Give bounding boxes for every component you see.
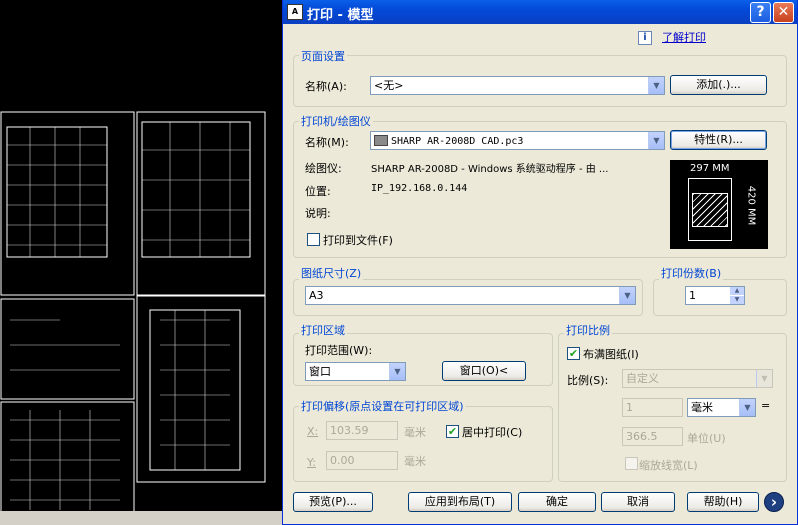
- plot-offset-title: 打印偏移(原点设置在可打印区域): [299, 398, 466, 414]
- plot-range-dropdown[interactable]: 窗口 ▼: [305, 362, 406, 381]
- plot-range-value: 窗口: [309, 365, 331, 378]
- printable-area-hatch: [692, 193, 728, 227]
- scale-value: 自定义: [626, 372, 659, 385]
- paper-preview: 297 MM 420 MM: [670, 160, 768, 249]
- offset-x-input[interactable]: 103.59: [326, 421, 398, 440]
- preview-button[interactable]: 预览(P)...: [293, 492, 373, 512]
- offset-y-value: 0.00: [330, 454, 355, 467]
- close-icon[interactable]: ✕: [773, 2, 794, 23]
- scale-unit-dropdown[interactable]: 毫米 ▼: [687, 398, 756, 417]
- help-question-icon[interactable]: ?: [750, 2, 771, 23]
- plot-range-label: 打印范围(W):: [305, 344, 373, 357]
- offset-y-label: Y:: [307, 456, 316, 469]
- copies-value: 1: [689, 289, 696, 302]
- info-icon: i: [638, 31, 652, 45]
- help-button[interactable]: 帮助(H): [687, 492, 759, 512]
- autocad-app-icon: A: [287, 4, 303, 20]
- print-to-file-checkbox[interactable]: [307, 233, 320, 246]
- plot-area-title: 打印区域: [299, 322, 347, 338]
- spin-up-icon[interactable]: ▲: [730, 287, 744, 295]
- printer-title: 打印机/绘图仪: [299, 113, 373, 129]
- offset-x-value: 103.59: [330, 424, 369, 437]
- paper-size-title: 图纸尺寸(Z): [299, 265, 364, 281]
- scale-dropdown[interactable]: 自定义 ▼: [622, 369, 773, 388]
- printer-name-value: SHARP AR-2008D CAD.pc3: [391, 136, 524, 147]
- chevron-down-icon[interactable]: ▼: [648, 132, 664, 149]
- offset-x-unit: 毫米: [404, 426, 426, 439]
- paper-size-dropdown[interactable]: A3 ▼: [305, 286, 636, 305]
- paper-sheet: [688, 178, 732, 241]
- status-bar: [0, 511, 282, 525]
- paper-height-label: 420 MM: [745, 185, 757, 226]
- location-label: 位置:: [305, 185, 331, 198]
- chevron-down-icon[interactable]: ▼: [756, 370, 772, 387]
- page-setup-name-dropdown[interactable]: <无> ▼: [370, 76, 665, 95]
- page-setup-name-value: <无>: [374, 79, 404, 92]
- plotter-value: SHARP AR-2008D - Windows 系统驱动程序 - 由 ...: [371, 164, 609, 175]
- apply-to-layout-button[interactable]: 应用到布局(T): [408, 492, 512, 512]
- chevron-down-icon[interactable]: ▼: [619, 287, 635, 304]
- offset-x-label: X:: [307, 425, 319, 438]
- printer-properties-button[interactable]: 特性(R)...: [670, 130, 767, 150]
- scale-denominator-unit: 单位(U): [687, 432, 726, 445]
- plotter-label: 绘图仪:: [305, 162, 342, 175]
- description-label: 说明:: [305, 207, 331, 220]
- spin-down-icon[interactable]: ▼: [730, 296, 744, 304]
- offset-y-unit: 毫米: [404, 455, 426, 468]
- scale-numerator-value: 1: [626, 401, 633, 414]
- scale-denominator-input[interactable]: 366.5: [622, 427, 683, 446]
- plot-scale-title: 打印比例: [564, 322, 612, 338]
- scale-lineweights-checkbox[interactable]: [625, 457, 638, 470]
- more-options-arrow-icon[interactable]: ›: [764, 492, 784, 512]
- add-page-setup-button[interactable]: 添加(.)...: [670, 75, 767, 95]
- cad-drawing-sheets: [0, 111, 266, 513]
- center-plot-checkbox[interactable]: ✔: [446, 425, 459, 438]
- title-bar[interactable]: A 打印 - 模型 ? ✕: [283, 0, 797, 24]
- fit-to-paper-checkbox[interactable]: ✔: [567, 347, 580, 360]
- cancel-button[interactable]: 取消: [601, 492, 675, 512]
- paper-width-label: 297 MM: [690, 163, 730, 174]
- paper-size-value: A3: [309, 289, 324, 302]
- location-value: IP_192.168.0.144: [371, 183, 468, 194]
- scale-denominator-value: 366.5: [626, 430, 658, 443]
- printer-icon: [374, 135, 388, 146]
- printer-name-label: 名称(M):: [305, 136, 349, 149]
- offset-y-input[interactable]: 0.00: [326, 451, 398, 470]
- printer-name-dropdown[interactable]: SHARP AR-2008D CAD.pc3 ▼: [370, 131, 665, 150]
- print-to-file-label[interactable]: 打印到文件(F): [323, 232, 393, 248]
- scale-numerator-input[interactable]: 1: [622, 398, 683, 417]
- chevron-down-icon[interactable]: ▼: [739, 399, 755, 416]
- ok-button[interactable]: 确定: [518, 492, 596, 512]
- copies-title: 打印份数(B): [659, 265, 724, 281]
- window-title: 打印 - 模型: [307, 8, 374, 23]
- cad-drawing-area[interactable]: [0, 0, 282, 525]
- scale-equals-sign: =: [761, 399, 771, 412]
- chevron-down-icon[interactable]: ▼: [648, 77, 664, 94]
- page-setup-name-label: 名称(A):: [305, 80, 347, 93]
- window-pick-button[interactable]: 窗口(O)<: [442, 361, 526, 381]
- fit-to-paper-label[interactable]: 布满图纸(I): [583, 346, 639, 362]
- scale-unit-value: 毫米: [691, 401, 713, 414]
- center-plot-label[interactable]: 居中打印(C): [462, 424, 522, 440]
- copies-spinner[interactable]: ▲ ▼: [730, 287, 744, 304]
- scale-label: 比例(S):: [567, 374, 609, 387]
- chevron-down-icon[interactable]: ▼: [389, 363, 405, 380]
- page-setup-title: 页面设置: [299, 48, 347, 64]
- scale-lineweights-label[interactable]: 缩放线宽(L): [639, 457, 698, 473]
- learn-plot-link[interactable]: 了解打印: [662, 29, 706, 45]
- plot-offset-group: [293, 406, 553, 482]
- print-dialog: A 打印 - 模型 ? ✕ i 了解打印 页面设置 名称(A): <无> ▼ 添…: [282, 0, 798, 525]
